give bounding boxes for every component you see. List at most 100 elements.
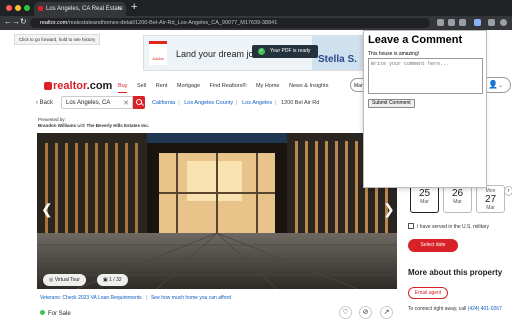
date-month: Mar (420, 199, 429, 205)
ad-image-text: Stella S. (318, 54, 357, 65)
date-month: Mar (486, 205, 495, 211)
logo-suffix: .com (86, 80, 113, 92)
date-day: 27 (484, 194, 497, 205)
prev-photo-icon[interactable]: ❮ (41, 201, 53, 218)
popup-title: Leave a Comment (368, 34, 463, 46)
browser-tab[interactable]: Los Angeles, CA Real Estate ✕ (34, 2, 126, 16)
bookmark-icon[interactable] (459, 19, 466, 26)
back-link[interactable]: ‹ Back (36, 100, 53, 106)
nav-rent[interactable]: Rent (156, 83, 168, 89)
maximize-window-button[interactable] (24, 5, 30, 11)
with-text: with (77, 123, 86, 128)
military-label: I have served in the U.S. military (417, 224, 489, 230)
search-button[interactable] (133, 96, 145, 109)
date-day: 25 (418, 188, 431, 199)
camera-icon: ▣ (103, 277, 108, 283)
brokerage-name[interactable]: The Beverly Hills Estates Inc. (87, 123, 150, 128)
check-icon: ✓ (258, 48, 265, 55)
ad-image: Stella S. (312, 36, 362, 70)
extension-icon[interactable] (437, 19, 444, 26)
close-window-button[interactable] (6, 5, 12, 11)
nav-buy[interactable]: Buy (118, 83, 128, 93)
main-nav: Buy Sell Rent Mortgage Find Realtors® My… (118, 83, 336, 93)
hide-icon[interactable]: ⊘ (359, 306, 372, 319)
nav-my-home[interactable]: My Home (256, 83, 280, 89)
email-agent-button[interactable]: Email agent (408, 287, 448, 299)
address-bar-row: ← → ↻ realtor.com/realestateandhomes-det… (0, 16, 512, 30)
afford-link[interactable]: See how much home you can afford (151, 295, 231, 301)
manage-rentals-button[interactable]: Man (350, 78, 364, 92)
comment-textarea[interactable] (368, 58, 483, 94)
url-field[interactable]: realtor.com/realestateandhomes-detail/12… (30, 18, 430, 28)
pdf-ready-toast: ✓ Your PDF is ready (252, 45, 318, 58)
crumb-county[interactable]: Los Angeles County (184, 100, 233, 106)
military-checkbox[interactable]: I have served in the U.S. military (408, 223, 489, 230)
url-domain: realtor.com (40, 20, 68, 26)
search-value: Los Angeles, CA (66, 100, 111, 106)
ad-headline: Land your dream job. (176, 49, 262, 59)
date-card-1[interactable]: 25 Mar (410, 185, 439, 213)
phone-link[interactable]: (424) 401-0267 (468, 306, 502, 312)
photo-count-button[interactable]: ▣ 1 / 32 (97, 274, 128, 286)
agent-name[interactable]: Brandon Williams (38, 123, 76, 128)
crumb-state[interactable]: California (152, 100, 175, 106)
date-card-2[interactable]: 26 Mar (443, 185, 472, 213)
status-text: For Sale (48, 311, 71, 317)
puzzle-icon[interactable] (488, 19, 495, 26)
popup-note: This house is amazing! (368, 51, 420, 57)
virtual-tour-button[interactable]: ◎ Virtual Tour (43, 274, 86, 286)
search-input[interactable]: Los Angeles, CA ✕ (61, 96, 133, 109)
nav-find-realtors[interactable]: Find Realtors® (210, 83, 247, 89)
profile-icon[interactable] (500, 19, 507, 26)
tour-icon: ◎ (49, 277, 54, 283)
nav-sell[interactable]: Sell (137, 83, 146, 89)
back-label: Back (39, 100, 54, 106)
nav-mortgage[interactable]: Mortgage (177, 83, 200, 89)
date-month: Mar (453, 199, 462, 205)
connect-text: To connect right away, call (424) 401-02… (408, 306, 502, 312)
back-arrow-icon[interactable]: ← (4, 17, 12, 26)
clear-icon[interactable]: ✕ (123, 99, 129, 107)
chevron-down-icon: ⌄ (497, 83, 503, 89)
extension-active-icon[interactable] (474, 19, 481, 26)
connect-label: To connect right away, call (408, 306, 467, 312)
tab-title: Los Angeles, CA Real Estate (46, 6, 123, 12)
date-card-3[interactable]: Mon 27 Mar (476, 185, 505, 213)
tab-close-icon[interactable]: ✕ (117, 5, 122, 12)
favicon-icon (38, 6, 43, 11)
next-dates-icon[interactable]: › (504, 186, 512, 196)
forward-arrow-icon[interactable]: → (12, 17, 20, 26)
submit-comment-button[interactable]: Submit Comment (368, 99, 415, 108)
reload-icon[interactable]: ↻ (20, 17, 27, 26)
logo-text: realtor (53, 80, 87, 92)
forward-tooltip: Click to go forward, hold to see history (14, 34, 101, 45)
url-path: /realestateandhomes-detail/1200-Bel-Air-… (67, 20, 278, 26)
crumb-address: 1200 Bel Air Rd (281, 100, 320, 106)
status-dot-icon (40, 310, 45, 315)
comment-popup: Leave a Comment This house is amazing! S… (363, 30, 487, 188)
more-about-heading: More about this property (408, 268, 503, 277)
house-logo-icon (44, 82, 52, 90)
date-day: 26 (451, 188, 464, 199)
listing-photo[interactable]: ❮ ❯ ◎ Virtual Tour ▣ 1 / 32 (37, 133, 397, 289)
nav-news[interactable]: News & Insights (289, 83, 328, 89)
user-icon: 👤 (488, 80, 498, 89)
photo-count: 1 / 32 (109, 277, 122, 283)
chevron-left-icon: ‹ (36, 100, 38, 106)
share-icon[interactable] (448, 19, 455, 26)
presented-by: Presented by: Brandon Williams with The … (38, 117, 149, 129)
share-listing-icon[interactable]: ↗ (380, 306, 393, 319)
realtor-logo[interactable]: realtor.com (44, 80, 112, 92)
select-date-button[interactable]: Select date (408, 239, 458, 252)
virtual-tour-label: Virtual Tour (54, 277, 80, 283)
crumb-city[interactable]: Los Angeles (242, 100, 272, 106)
next-photo-icon[interactable]: ❯ (383, 201, 395, 218)
new-tab-icon[interactable]: + (131, 1, 137, 13)
minimize-window-button[interactable] (15, 5, 21, 11)
heart-icon[interactable]: ♡ (339, 306, 352, 319)
checkbox-icon[interactable] (408, 223, 414, 229)
breadcrumb: California | Los Angeles County | Los Ange… (152, 100, 320, 106)
adobe-logo: Adobe (149, 41, 167, 65)
helper-links: Veterans: Check 2023 VA Loan Requirement… (40, 295, 231, 301)
veterans-link[interactable]: Veterans: Check 2023 VA Loan Requirement… (40, 295, 142, 301)
